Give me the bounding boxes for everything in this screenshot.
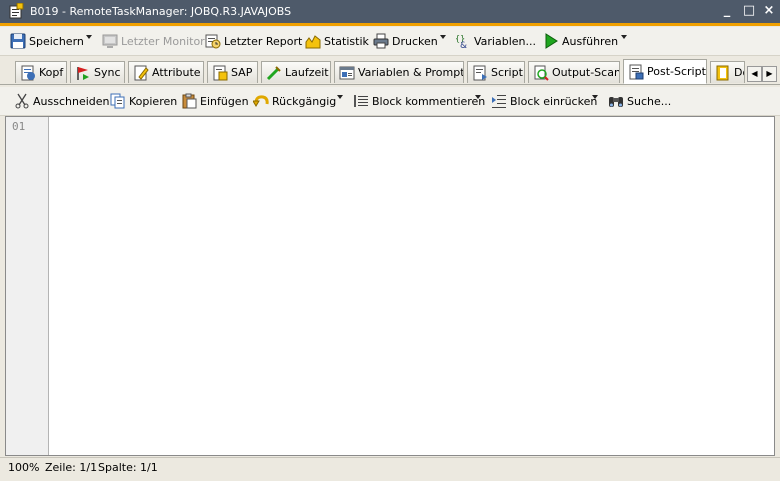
cursor-column: Spalte: 1/1 <box>98 461 158 474</box>
save-disk-icon <box>10 33 26 49</box>
indent-block-button[interactable]: Block einrücken <box>491 92 597 110</box>
tab-attribute[interactable]: Attribute <box>128 61 204 83</box>
tab-output-scan[interactable]: Output-Scan <box>528 61 620 83</box>
paste-clipboard-icon <box>182 93 197 109</box>
line-number-gutter: 01 <box>6 117 49 455</box>
variables-button[interactable]: {} & Variablen... <box>455 32 536 50</box>
tab-sap[interactable]: SAP <box>207 61 258 83</box>
tab-scroll-right-button[interactable]: ▶ <box>762 66 777 82</box>
copy-icon <box>110 93 125 109</box>
report-clock-icon <box>205 34 221 49</box>
code-text-area[interactable] <box>49 117 774 455</box>
monitor-icon <box>102 34 118 48</box>
sap-icon <box>213 65 228 80</box>
statistics-chart-icon <box>305 35 321 49</box>
comment-block-dropdown-arrow[interactable] <box>475 95 481 99</box>
play-icon <box>545 33 558 49</box>
search-button[interactable]: Suche... <box>608 92 671 110</box>
scissors-icon <box>15 93 29 109</box>
print-dropdown-arrow[interactable] <box>440 35 446 39</box>
print-button[interactable]: Drucken <box>373 32 438 50</box>
comment-block-button[interactable]: Block kommentieren <box>353 92 485 110</box>
maximize-button[interactable]: □ <box>741 3 757 19</box>
tab-kopf[interactable]: Kopf <box>15 61 67 83</box>
tab-scroll-left-button[interactable]: ◀ <box>747 66 762 82</box>
post-script-editor[interactable]: 01 <box>5 116 775 456</box>
window-title-bar: B019 - RemoteTaskManager: JOBQ.R3.JAVAJO… <box>0 0 780 26</box>
window-title: B019 - RemoteTaskManager: JOBQ.R3.JAVAJO… <box>30 5 292 18</box>
zoom-level: 100% <box>8 461 40 474</box>
execute-button[interactable]: Ausführen <box>543 32 618 50</box>
undo-arrow-icon <box>253 95 269 107</box>
sync-flag-icon <box>77 66 89 80</box>
cut-button[interactable]: Ausschneiden <box>14 92 110 110</box>
statistics-button[interactable]: Statistik <box>305 32 369 50</box>
post-script-icon <box>629 64 644 79</box>
svg-text:&: & <box>460 41 467 49</box>
indent-block-icon <box>492 95 506 108</box>
tab-post-script[interactable]: Post-Script <box>623 59 707 84</box>
binoculars-icon <box>609 97 623 107</box>
documentation-icon <box>716 65 729 80</box>
close-button[interactable]: × <box>761 3 777 19</box>
tab-sync[interactable]: Sync <box>70 61 125 83</box>
script-icon <box>473 65 487 80</box>
main-toolbar: Speichern Letzter Monitor Letzter Report… <box>0 27 780 56</box>
indent-block-dropdown-arrow[interactable] <box>592 95 598 99</box>
tab-documentation[interactable]: Do <box>710 61 745 83</box>
status-bar: 100% Zeile: 1/1 Spalte: 1/1 <box>0 457 780 481</box>
minimize-button[interactable]: _ <box>719 3 735 19</box>
variables-icon: {} & <box>455 34 467 49</box>
output-scan-icon <box>534 65 549 81</box>
editor-toolbar: Ausschneiden Kopieren Einfügen Rückgängi… <box>0 87 780 116</box>
tab-laufzeit[interactable]: Laufzeit <box>261 61 331 83</box>
undo-button[interactable]: Rückgängig <box>253 92 336 110</box>
save-dropdown-arrow[interactable] <box>86 35 92 39</box>
attribute-icon <box>134 65 149 80</box>
save-button[interactable]: Speichern <box>10 32 84 50</box>
cursor-line: Zeile: 1/1 <box>45 461 98 474</box>
runtime-icon <box>266 65 281 80</box>
paste-button[interactable]: Einfügen <box>181 92 249 110</box>
undo-dropdown-arrow[interactable] <box>337 95 343 99</box>
header-icon <box>21 65 35 80</box>
variables-prompts-icon <box>339 66 355 79</box>
last-report-button[interactable]: Letzter Report <box>205 32 302 50</box>
printer-icon <box>373 33 389 49</box>
tab-strip: Kopf Sync Attribute SAP Laufzeit Variabl… <box>0 57 780 85</box>
line-number: 01 <box>12 120 26 133</box>
last-monitor-button[interactable]: Letzter Monitor <box>102 32 205 50</box>
copy-button[interactable]: Kopieren <box>110 92 177 110</box>
remote-task-manager-icon <box>9 3 24 19</box>
tab-variablen-prompts[interactable]: Variablen & Prompts <box>334 61 464 83</box>
comment-block-icon <box>354 95 368 107</box>
tab-script[interactable]: Script <box>467 61 525 83</box>
execute-dropdown-arrow[interactable] <box>621 35 627 39</box>
